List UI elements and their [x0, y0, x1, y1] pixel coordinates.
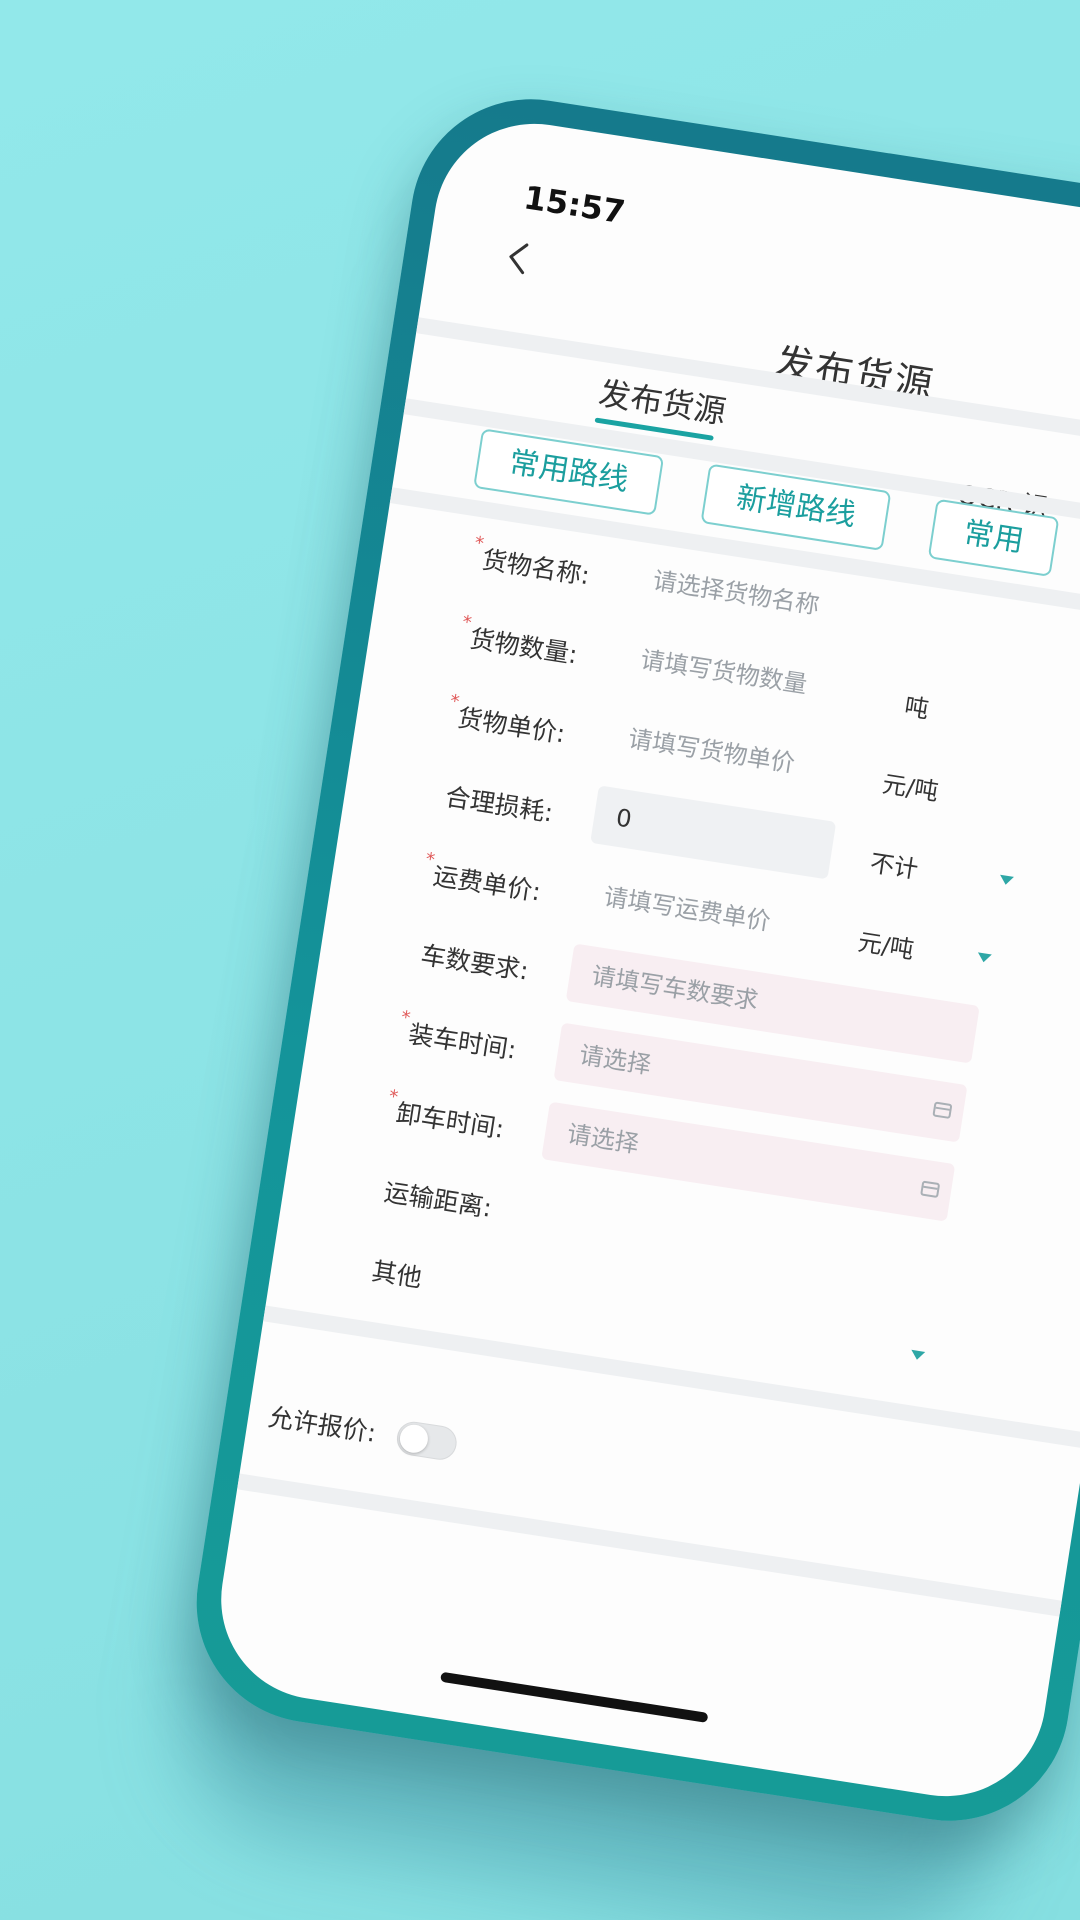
divider	[237, 1473, 1062, 1617]
divider	[263, 1305, 1080, 1449]
phone-mockup: 15:57 发布货源 发布货源 OCR 识 常用路线 新增路线 常用 *货物名称…	[179, 82, 1080, 1838]
calendar-icon[interactable]	[932, 1101, 953, 1120]
unloading-time-label: * 卸车时间:	[387, 1086, 506, 1144]
allow-quote-toggle[interactable]	[394, 1419, 460, 1463]
cargo-quantity-input[interactable]: 请填写货物数量	[614, 627, 861, 722]
vehicle-count-label: 车数要求:	[418, 940, 531, 986]
chevron-down-icon[interactable]	[910, 1349, 926, 1361]
calendar-icon[interactable]	[920, 1180, 941, 1199]
reasonable-loss-unit-select[interactable]: 不计	[868, 843, 921, 885]
toggle-knob	[397, 1422, 430, 1455]
background: 15:57 发布货源 发布货源 OCR 识 常用路线 新增路线 常用 *货物名称…	[0, 0, 1080, 1920]
home-indicator[interactable]	[440, 1671, 709, 1723]
cargo-quantity-label: * 货物数量:	[460, 611, 580, 670]
cargo-unit-price-label: * 货物单价:	[448, 690, 568, 749]
chevron-down-icon[interactable]	[998, 874, 1014, 886]
allow-quote-label: 允许报价:	[266, 1402, 378, 1448]
cargo-unit-price-unit: 元/吨	[880, 769, 941, 807]
cargo-unit-price-input[interactable]: 请填写货物单价	[602, 706, 849, 801]
loading-time-label: * 装车时间:	[399, 1006, 519, 1065]
other-label: 其他	[369, 1256, 424, 1293]
freight-unit-select[interactable]: 元/吨	[856, 922, 917, 965]
freight-unit-price-label: * 运费单价:	[424, 848, 543, 907]
transport-distance-label: 运输距离:	[382, 1177, 494, 1223]
phone-screen: 15:57 发布货源 发布货源 OCR 识 常用路线 新增路线 常用 *货物名称…	[207, 109, 1080, 1811]
reasonable-loss-label: 合理损耗:	[443, 782, 555, 828]
cargo-quantity-unit: 吨	[902, 692, 931, 724]
back-icon[interactable]	[496, 235, 542, 281]
status-time: 15:57	[521, 178, 628, 232]
reasonable-loss-input[interactable]: 0	[590, 785, 837, 880]
freight-unit-price-input[interactable]: 请填写运费单价	[577, 864, 824, 959]
chevron-down-icon[interactable]	[976, 952, 992, 964]
cargo-name-label: * 货物名称:	[473, 532, 592, 591]
